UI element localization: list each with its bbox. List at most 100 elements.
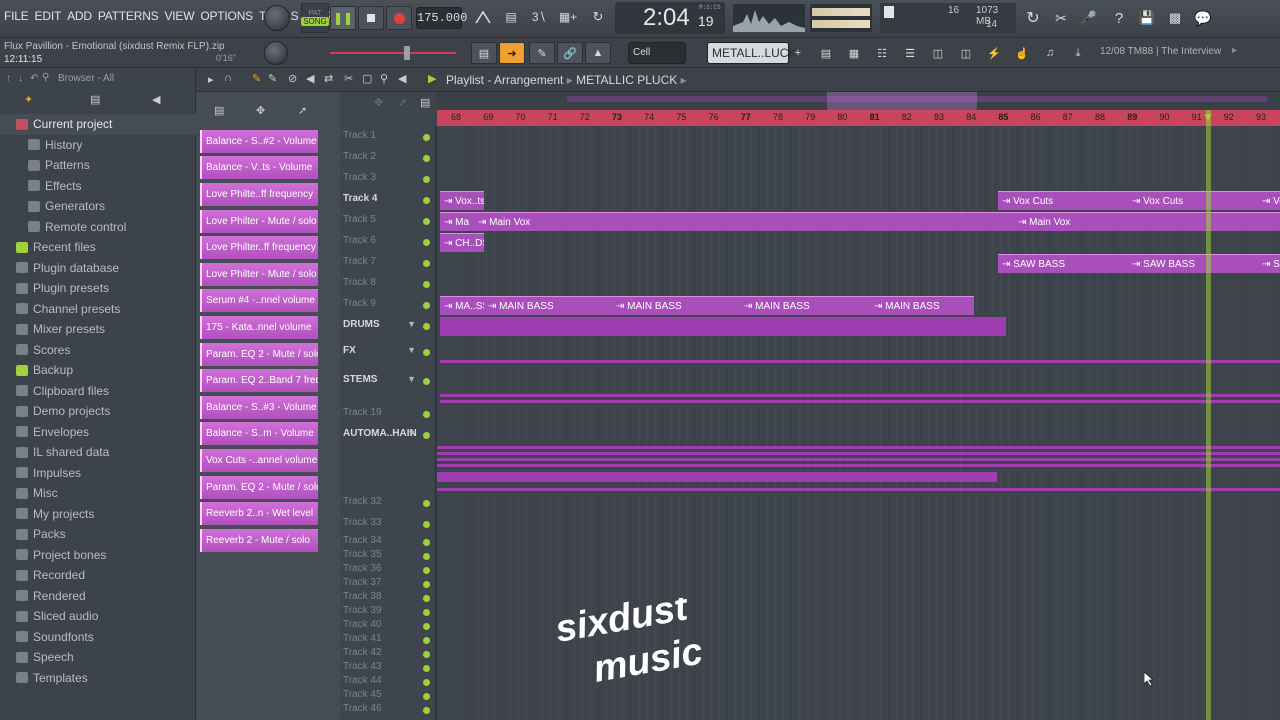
clip-source-item[interactable]: Param. EQ 2 - Mute / solo [200, 474, 324, 501]
playlist-clip[interactable]: ⇥ MAIN BASS [612, 296, 740, 315]
track-header[interactable]: Track 36 [340, 563, 436, 574]
automation-lane[interactable] [437, 452, 1280, 455]
browser-item-history[interactable]: History [0, 135, 196, 156]
browser-item-generators[interactable]: Generators [0, 196, 196, 217]
track-header[interactable]: Track 7 [340, 256, 436, 267]
track-enable-led[interactable] [423, 581, 430, 588]
track-enable-led[interactable] [423, 665, 430, 672]
tempo-tapper-button[interactable]: ♫ [1038, 42, 1062, 64]
play-button[interactable]: ❚❚ [330, 6, 356, 30]
browser-item-current-project[interactable]: Current project [0, 114, 196, 135]
browser-item-project-bones[interactable]: Project bones [0, 545, 196, 566]
playlist-clip[interactable]: ⇥ Vox..ts [440, 191, 484, 210]
arrow-tool-button[interactable]: ➜ [499, 42, 525, 64]
select-icon[interactable]: ▢ [362, 72, 372, 85]
playlist-clip[interactable]: ⇥ Main Vox [1014, 212, 1280, 231]
browser-item-templates[interactable]: Templates [0, 668, 196, 689]
browser-item-my-projects[interactable]: My projects [0, 504, 196, 525]
browser-item-plugin-presets[interactable]: Plugin presets [0, 278, 196, 299]
browser-item-channel-presets[interactable]: Channel presets [0, 299, 196, 320]
playlist-clip[interactable]: ⇥ Vox Cuts [998, 191, 1128, 210]
browser-item-recorded[interactable]: Recorded [0, 565, 196, 586]
browser-item-clipboard-files[interactable]: Clipboard files [0, 381, 196, 402]
move-icon[interactable]: ✥ [256, 104, 265, 117]
link-tool-button[interactable]: 🔗 [557, 42, 583, 64]
track-header[interactable]: Track 35 [340, 549, 436, 560]
track-header[interactable]: Track 6 [340, 235, 436, 246]
document-icon[interactable]: ▤ [90, 93, 100, 106]
fx-lane[interactable] [440, 360, 1280, 363]
track-header[interactable]: Track 32 [340, 496, 436, 507]
automation-lane[interactable] [437, 472, 997, 482]
chevron-down-icon[interactable]: ▼ [407, 345, 416, 355]
news-ticker[interactable]: 12/08 TM88 | The Interview [1100, 46, 1221, 57]
track-enable-led[interactable] [423, 595, 430, 602]
track-header[interactable]: Track 37 [340, 577, 436, 588]
track-enable-led[interactable] [423, 567, 430, 574]
browser-item-packs[interactable]: Packs [0, 524, 196, 545]
track-enable-led[interactable] [423, 679, 430, 686]
clip-source-item[interactable]: Reeverb 2 - Mute / solo [200, 527, 324, 554]
menu-view[interactable]: VIEW [164, 9, 194, 23]
browser-item-plugin-database[interactable]: Plugin database [0, 258, 196, 279]
browser-item-speech[interactable]: Speech [0, 647, 196, 668]
undo-history-button[interactable]: ↻ [1022, 6, 1044, 30]
song-pattern-toggle[interactable]: PAT SONG [301, 3, 329, 33]
step-edit-button[interactable]: ▦+ [556, 6, 580, 28]
track-enable-led[interactable] [423, 521, 430, 528]
automation-lane[interactable] [437, 464, 1280, 467]
browser-item-soundfonts[interactable]: Soundfonts [0, 627, 196, 648]
master-pitch-knob[interactable] [264, 41, 288, 65]
playlist-clip[interactable]: ⇥ MAIN BASS [740, 296, 870, 315]
draw-tool-button[interactable]: ✎ [529, 42, 555, 64]
record-button[interactable] [386, 6, 412, 30]
track-header[interactable]: Track 4 [340, 193, 436, 204]
master-volume-knob[interactable] [264, 5, 290, 31]
playlist-clip[interactable]: ⇥ Vo [1258, 191, 1280, 210]
zoom-icon[interactable]: ⚲ [380, 72, 388, 85]
playlist-clip[interactable]: ⇥ SAW BASS [1128, 254, 1258, 273]
search-icon[interactable]: ⚲ [42, 72, 49, 83]
slice-icon[interactable]: ✂ [344, 72, 353, 85]
playlist-clip[interactable]: ⇥ SAW [1258, 254, 1280, 273]
magnet-icon[interactable]: ∩ [224, 72, 232, 84]
track-header[interactable]: FX ▼ [340, 345, 436, 356]
pattern-selector[interactable]: METALL..LUCK [707, 42, 796, 64]
clip-source-item[interactable]: Love Philter - Mute / solo [200, 261, 324, 288]
track-enable-led[interactable] [423, 637, 430, 644]
track-enable-led[interactable] [423, 411, 430, 418]
track-header[interactable]: Track 41 [340, 633, 436, 644]
track-enable-led[interactable] [423, 218, 430, 225]
piano-roll-window-button[interactable]: ▦ [842, 42, 866, 64]
browser-item-scores[interactable]: Scores [0, 340, 196, 361]
track-header[interactable]: Track 33 [340, 517, 436, 528]
download-button[interactable]: ⤓ [1066, 42, 1090, 64]
curve-icon[interactable]: ➚ [298, 104, 307, 117]
countdown-button[interactable]: 3∖ [528, 6, 550, 28]
track-enable-led[interactable] [423, 609, 430, 616]
menu-options[interactable]: OPTIONS [200, 9, 253, 23]
slip-icon[interactable]: ⇄ [324, 72, 333, 85]
track-header[interactable]: Track 3 [340, 172, 436, 183]
automation-lane[interactable] [437, 458, 1280, 461]
help-button[interactable]: ? [1108, 6, 1130, 30]
play-pattern-icon[interactable]: ▶ [428, 72, 436, 85]
chevron-down-icon[interactable]: ▼ [407, 319, 416, 329]
slider-handle[interactable] [404, 46, 410, 60]
menu-file[interactable]: FILE [4, 9, 29, 23]
master-pitch-slider[interactable] [330, 46, 456, 60]
playlist-clip-drums[interactable] [440, 317, 1006, 336]
wait-input-button[interactable]: ▤ [500, 6, 522, 28]
playlist-clip[interactable]: ⇥ Main Vox [474, 212, 1014, 231]
track-header[interactable]: Track 46 [340, 703, 436, 714]
arrow-down-icon[interactable]: ↓ [18, 73, 23, 84]
track-enable-led[interactable] [423, 239, 430, 246]
clip-source-item[interactable]: Love Philter - Mute / solo [200, 208, 324, 235]
browser-item-sliced-audio[interactable]: Sliced audio [0, 606, 196, 627]
loop-record-button[interactable]: ↻ [586, 6, 610, 28]
track-header[interactable]: Track 34 [340, 535, 436, 546]
plugin-picker-button[interactable]: ◫ [954, 42, 978, 64]
menu-patterns[interactable]: PATTERNS [98, 9, 159, 23]
playlist-arrow-icon[interactable]: ▸ [208, 73, 214, 86]
sparkle-icon[interactable]: ✦ [24, 93, 33, 106]
